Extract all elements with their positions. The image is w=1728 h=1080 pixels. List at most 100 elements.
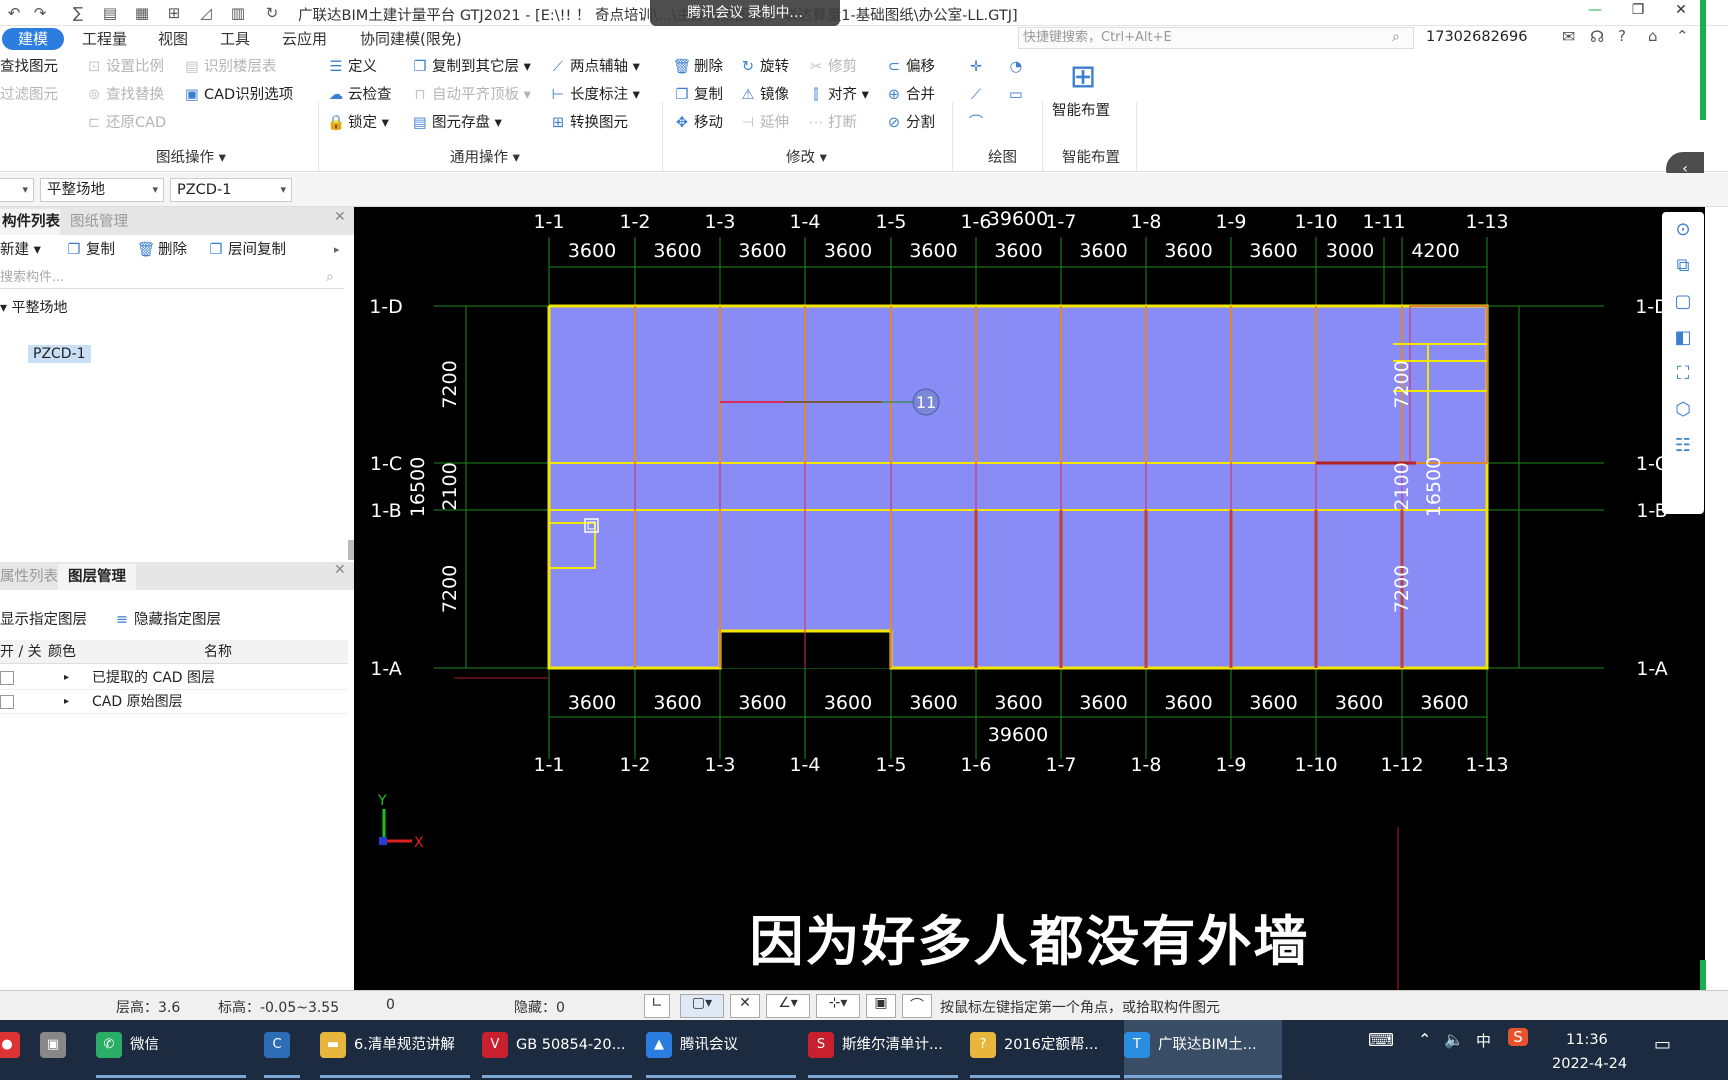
tray-expand-icon[interactable]: ⌃ <box>1418 1030 1431 1049</box>
copy-between-floors-button[interactable]: ❐ 层间复制 <box>206 239 287 261</box>
taskbar-tencent-meeting[interactable]: ▲ 腾讯会议 <box>646 1020 796 1080</box>
move-button[interactable]: ✥ 移动 <box>672 112 723 134</box>
close-button[interactable]: ✕ <box>1668 2 1694 18</box>
layer-checkbox[interactable] <box>0 695 14 709</box>
taskbar-wechat[interactable]: ✆ 微信 <box>96 1020 246 1080</box>
help-icon[interactable]: ? <box>1618 27 1626 45</box>
minimize-button[interactable]: — <box>1582 2 1608 18</box>
trim-button[interactable]: ✂ 修剪 <box>806 56 857 78</box>
meeting-banner[interactable]: 腾讯会议 录制中... <box>650 0 840 26</box>
layer-row[interactable]: ▸ CAD 原始图层 <box>0 690 348 714</box>
two-point-axis-button[interactable]: ⟋ 两点辅轴 ▾ <box>548 56 640 78</box>
menu-collab[interactable]: 协同建模(限免) <box>360 28 462 50</box>
ortho-icon[interactable]: ∟ <box>644 994 670 1018</box>
property-icon[interactable]: ☷ <box>1662 428 1704 464</box>
floor-plan[interactable]: 11 1-1 1-2 1-3 1-4 1-5 1-6 1-7 1-8 1-9 1-10 1-11 1-1… <box>354 207 1705 990</box>
delete-button[interactable]: 🗑 删除 <box>672 56 723 78</box>
merge-button[interactable]: ⊕ 合并 <box>884 84 935 106</box>
taskbar-cad[interactable]: C <box>264 1020 300 1080</box>
refresh-icon[interactable]: ↻ <box>262 3 282 23</box>
mirror-button[interactable]: ⚠ 镜像 <box>738 84 790 106</box>
expand-icon[interactable]: ▸ <box>64 666 69 690</box>
smart-layout-button[interactable]: 智能布置 <box>1052 100 1110 122</box>
taskbar-sweer[interactable]: S 斯维尔清单计... <box>808 1020 958 1080</box>
component-select[interactable]: PZCD-1 <box>170 178 292 202</box>
floor-select[interactable] <box>0 178 34 202</box>
redo-icon[interactable]: ↷ <box>30 3 50 23</box>
break-button[interactable]: ⋯ 打断 <box>806 112 857 134</box>
close-icon[interactable]: ✕ <box>334 209 346 225</box>
menu-quantity[interactable]: 工程量 <box>82 28 127 50</box>
start-icon[interactable]: ● <box>0 1020 20 1080</box>
select-mode-icon[interactable]: ▢▾ <box>680 994 724 1018</box>
floor-icon[interactable]: ▥ <box>228 3 248 23</box>
identify-floor-table-button[interactable]: ▤ 识别楼层表 <box>182 56 276 78</box>
auto-align-slab-button[interactable]: ⊓ 自动平齐顶板 ▾ <box>410 84 531 106</box>
cad-canvas[interactable]: 11 1-1 1-2 1-3 1-4 1-5 1-6 1-7 1-8 1-9 1-10 1-11 1-1… <box>354 207 1705 990</box>
iso-icon[interactable]: ⬡ <box>1662 392 1704 428</box>
report-icon[interactable]: ▤ <box>100 3 120 23</box>
volume-icon[interactable]: 🔈 <box>1444 1030 1464 1049</box>
close-icon[interactable]: ✕ <box>334 562 346 578</box>
skin-icon[interactable]: ⌂ <box>1648 27 1658 45</box>
sum-icon[interactable]: ∑ <box>68 3 88 23</box>
cad-options-button[interactable]: ▣ CAD识别选项 <box>182 84 293 106</box>
menu-tools[interactable]: 工具 <box>220 28 250 50</box>
stamp-icon[interactable]: ▣ <box>866 994 896 1018</box>
length-dimension-button[interactable]: ⊢ 长度标注 ▾ <box>548 84 640 106</box>
menu-cloud[interactable]: 云应用 <box>282 28 327 50</box>
rotate-button[interactable]: ↻ 旋转 <box>738 56 789 78</box>
tab-drawing-manage[interactable]: 图纸管理 <box>60 209 138 235</box>
align-button[interactable]: ⫿ 对齐 ▾ <box>806 84 869 106</box>
more-icon[interactable]: ▸ <box>334 243 340 256</box>
menu-modeling[interactable]: 建模 <box>2 28 65 50</box>
arc-icon[interactable]: ⌒ <box>902 994 932 1018</box>
ime-indicator[interactable]: 中 <box>1476 1030 1491 1051</box>
delete-component-button[interactable]: 🗑 删除 <box>136 239 187 261</box>
find-element-button[interactable]: 查找图元 <box>0 56 58 78</box>
tree-item-pzcd1[interactable]: PZCD-1 <box>28 345 91 363</box>
cube-icon[interactable]: ◧ <box>1662 320 1704 356</box>
search-icon[interactable]: ⌕ <box>326 269 334 285</box>
support-icon[interactable]: ☊ <box>1590 27 1604 46</box>
snap-icon[interactable]: ⊹▾ <box>816 994 860 1018</box>
arc-draw-icon[interactable]: ⌒ <box>966 112 988 134</box>
user-account[interactable]: 17302682696 <box>1426 29 1527 45</box>
taskbar-pdf[interactable]: V GB 50854-20... <box>482 1020 632 1080</box>
point-draw-icon[interactable]: ✛ <box>966 56 988 78</box>
set-scale-button[interactable]: ⊡ 设置比例 <box>84 56 164 78</box>
fullscreen-icon[interactable]: ⛶ <box>1662 356 1704 392</box>
search-icon[interactable]: ⌕ <box>1392 29 1400 45</box>
grid-icon[interactable]: ⊞ <box>164 3 184 23</box>
shortcut-search-input[interactable]: 快捷键搜索，Ctrl+Alt+E <box>1018 27 1414 49</box>
pinned-app-icon[interactable]: ▣ <box>40 1020 76 1080</box>
keyboard-icon[interactable]: ⌨ <box>1368 1030 1394 1051</box>
undo-icon[interactable]: ↶ <box>4 3 24 23</box>
find-replace-button[interactable]: ⊚ 查找替换 <box>84 84 164 106</box>
cross-icon[interactable]: ✕ <box>730 994 760 1018</box>
menu-view[interactable]: 视图 <box>158 28 188 50</box>
smart-layout-icon[interactable]: ⊞ <box>1058 56 1108 96</box>
orbit-icon[interactable]: ⊙ <box>1662 212 1704 248</box>
group-general-ops[interactable]: 通用操作 ▾ <box>450 146 520 167</box>
view-box-icon[interactable]: ▢ <box>1662 284 1704 320</box>
save-element-button[interactable]: ▤ 图元存盘 ▾ <box>410 112 502 134</box>
notification-icon[interactable]: ▭ <box>1654 1034 1671 1055</box>
tree-root[interactable]: ▾ 平整场地 <box>0 297 67 317</box>
copy-button[interactable]: ❐ 复制 <box>672 84 724 106</box>
copy-component-button[interactable]: ❐ 复制 <box>64 239 116 261</box>
filter-element-button[interactable]: 过滤图元 <box>0 84 58 106</box>
3d-view-icon[interactable]: ⧉ <box>1662 248 1704 284</box>
copy-to-floor-button[interactable]: ❐ 复制到其它层 ▾ <box>410 56 531 78</box>
taskbar-gtj[interactable]: T 广联达BIM土... <box>1124 1020 1282 1080</box>
sogou-icon[interactable]: S <box>1508 1028 1528 1046</box>
lock-button[interactable]: 🔒 锁定 ▾ <box>326 112 389 134</box>
expand-icon[interactable]: ▸ <box>64 690 69 714</box>
split-button[interactable]: ⊘ 分割 <box>884 112 935 134</box>
clock-time[interactable]: 11:36 <box>1566 1032 1608 1048</box>
layer-checkbox[interactable] <box>0 671 14 685</box>
component-type-select[interactable]: 平整场地 <box>40 178 164 202</box>
line-draw-icon[interactable]: ⟋ <box>966 84 988 106</box>
collapse-ribbon-icon[interactable]: ⌃ <box>1676 27 1689 45</box>
group-modify[interactable]: 修改 ▾ <box>786 146 827 167</box>
